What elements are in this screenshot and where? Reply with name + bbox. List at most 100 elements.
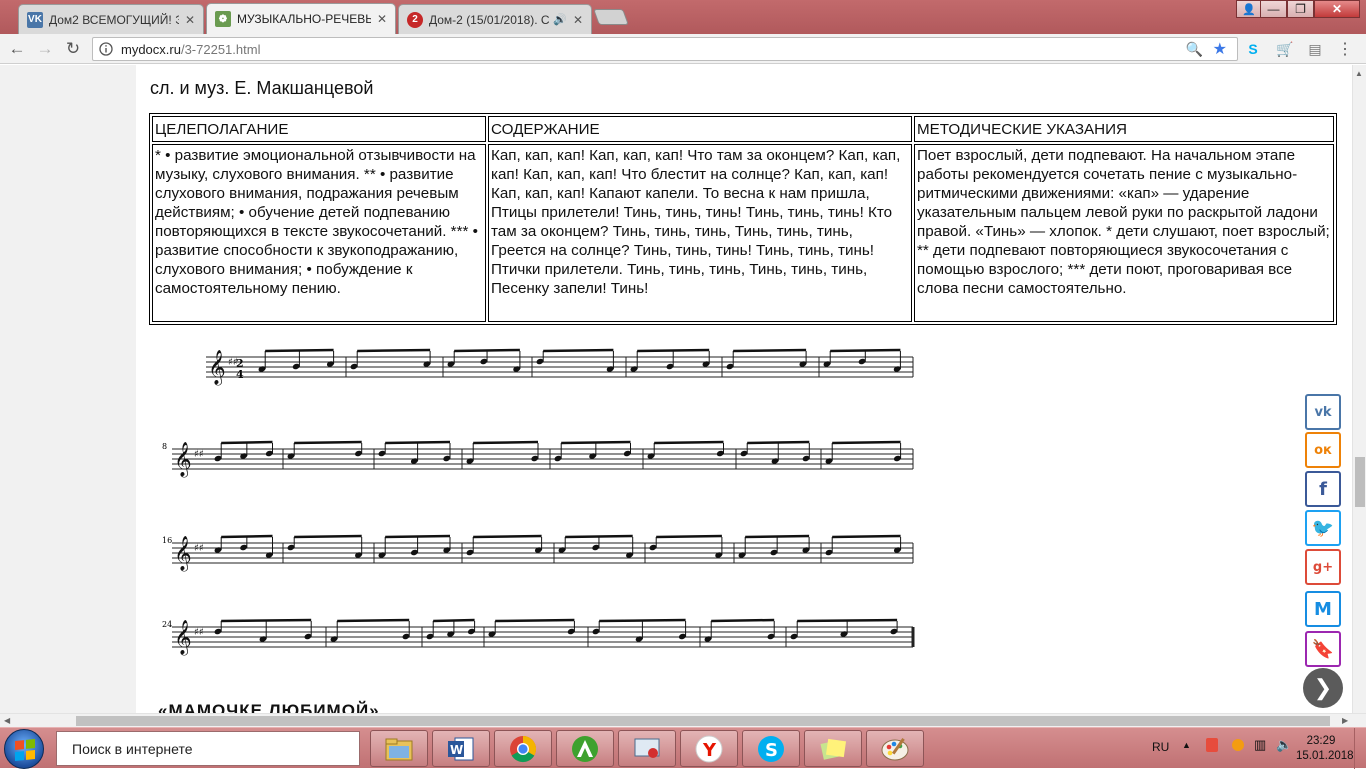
tab-title: МУЗЫКАЛЬНО-РЕЧЕВЫ [237, 12, 371, 26]
scrollbar-thumb[interactable] [1355, 457, 1365, 507]
table-cell: * • развитие эмоциональной отзывчивости … [152, 144, 486, 322]
note-beam [385, 534, 451, 539]
time-signature-bottom: 4 [236, 368, 244, 381]
tab-dom2-video[interactable]: 2 Дом-2 (15/01/2018). С 🔊 ✕ [398, 4, 592, 34]
share-next-arrow-icon[interactable]: ❯ [1303, 668, 1343, 708]
note-beam [221, 618, 312, 623]
forward-arrow-icon[interactable]: → [34, 38, 56, 60]
note-beam [473, 534, 542, 539]
vk-share-icon[interactable]: vk [1305, 394, 1341, 430]
extension-icon[interactable]: ▤ [1306, 40, 1324, 58]
url-path: /3-72251.html [180, 41, 261, 57]
tray-app-icon[interactable] [1232, 739, 1244, 751]
close-window-button[interactable]: ✕ [1314, 0, 1360, 18]
word-taskbar-button[interactable]: W [432, 730, 490, 767]
tab-dom2-vk[interactable]: VK Дом2 ВСЕМОГУЩИЙ! Э ✕ [18, 4, 204, 34]
twitter-share-icon[interactable]: 🐦 [1305, 510, 1341, 546]
profile-icon[interactable]: 👤 [1236, 0, 1262, 18]
tray-expand-icon[interactable]: ▲ [1182, 740, 1191, 750]
paint-palette-icon [881, 737, 909, 760]
svg-text:S: S [765, 740, 778, 761]
speaker-icon[interactable]: 🔊 [553, 13, 567, 26]
app-taskbar-button[interactable] [556, 730, 614, 767]
table-header-row: ЦЕЛЕПОЛАГАНИЕ СОДЕРЖАНИЕ МЕТОДИЧЕСКИЕ УК… [152, 116, 1334, 142]
treble-clef-icon: 𝄞 [208, 350, 226, 386]
menu-icon[interactable]: ⋮ [1336, 40, 1354, 58]
network-icon[interactable]: ▥ [1254, 737, 1266, 753]
screen-recorder-taskbar-button[interactable] [618, 730, 676, 767]
mydocx-icon: ❁ [215, 11, 231, 27]
googleplus-share-icon[interactable]: g+ [1305, 549, 1341, 585]
note-beam [543, 348, 614, 353]
back-arrow-icon[interactable]: ← [6, 38, 28, 60]
clock-time: 23:29 [1306, 735, 1336, 747]
bookmark-share-icon[interactable]: 🔖 [1305, 631, 1341, 667]
treble-clef-icon: 𝄞 [174, 620, 192, 656]
close-tab-icon[interactable]: ✕ [377, 12, 387, 26]
reload-icon[interactable]: ↻ [62, 38, 84, 60]
taskbar-search-input[interactable]: Поиск в интернете [56, 731, 360, 766]
table-cell: Поет взрослый, дети подпевают. На началь… [914, 144, 1334, 322]
note-beam [745, 534, 810, 539]
note-beam [337, 618, 410, 623]
facebook-share-icon[interactable]: f [1305, 471, 1341, 507]
scroll-left-icon[interactable]: ◀ [4, 716, 10, 725]
vertical-scrollbar[interactable]: ▲ [1352, 65, 1366, 713]
note-beam [654, 440, 724, 445]
address-bar[interactable]: mydocx.ru/3-72251.html 🔍 ★ [92, 37, 1238, 61]
note-beam [565, 534, 633, 539]
sticky-notes-taskbar-button[interactable] [804, 730, 862, 767]
language-indicator[interactable]: RU [1152, 740, 1169, 754]
moimir-share-icon[interactable]: M [1305, 591, 1341, 627]
odnoklassniki-share-icon[interactable]: ок [1305, 432, 1341, 468]
close-tab-icon[interactable]: ✕ [573, 13, 583, 27]
table-header: ЦЕЛЕПОЛАГАНИЕ [152, 116, 486, 142]
scroll-up-icon[interactable]: ▲ [1355, 69, 1363, 78]
yandex-taskbar-button[interactable]: Y [680, 730, 738, 767]
chrome-taskbar-button[interactable] [494, 730, 552, 767]
browser-toolbar: ← → ↻ mydocx.ru/3-72251.html 🔍 ★ S 🛒 ▤ ⋮ [0, 34, 1366, 64]
treble-clef-icon: 𝄞 [174, 536, 192, 572]
title-bar: VK Дом2 ВСЕМОГУЩИЙ! Э ✕ ❁ МУЗЫКАЛЬНО-РЕЧ… [0, 0, 1366, 34]
info-icon[interactable] [97, 40, 115, 58]
note-beam [637, 348, 710, 353]
security-tray-icon[interactable] [1206, 738, 1218, 752]
new-tab-button[interactable] [593, 9, 629, 25]
maximize-button[interactable]: ❐ [1287, 0, 1314, 18]
note-beam [294, 440, 362, 445]
note-beam [221, 440, 273, 445]
zoom-icon[interactable]: 🔍 [1186, 41, 1203, 58]
bookmark-star-icon[interactable]: ★ [1213, 39, 1227, 59]
table-header: МЕТОДИЧЕСКИЕ УКАЗАНИЯ [914, 116, 1334, 142]
treble-clef-icon: 𝄞 [174, 442, 192, 478]
green-triangle-app-icon [572, 735, 598, 762]
note-beam [561, 440, 631, 445]
cart-icon[interactable]: 🛒 [1276, 40, 1294, 58]
minimize-button[interactable]: — [1260, 0, 1287, 18]
sheet-music-image: 2 4 8 16 24 𝄞 ♯♯𝄞 ♯♯𝄞 ♯♯𝄞 ♯♯ [162, 348, 915, 656]
skype-icon[interactable]: S [1244, 40, 1262, 58]
taskbar: Поиск в интернете W Y S RU ▲ ▥ 🔈 23:29 1… [0, 727, 1366, 769]
tab-mydocx[interactable]: ❁ МУЗЫКАЛЬНО-РЕЧЕВЫ ✕ [206, 3, 396, 34]
note-beam [221, 534, 273, 539]
scroll-right-icon[interactable]: ▶ [1342, 716, 1348, 725]
sticky-notes-icon [820, 738, 847, 760]
measure-number: 8 [162, 442, 167, 451]
page-content: сл. и муз. Е. Макшанцевой ЦЕЛЕПОЛАГАНИЕ … [136, 65, 1352, 713]
paint-taskbar-button[interactable] [866, 730, 924, 767]
start-button[interactable] [4, 729, 44, 769]
explorer-taskbar-button[interactable] [370, 730, 428, 767]
yandex-icon: Y [695, 735, 723, 762]
horizontal-scrollbar[interactable]: ◀ ▶ [0, 713, 1366, 727]
table-row: * • развитие эмоциональной отзывчивости … [152, 144, 1334, 322]
clock[interactable]: 23:29 15.01.2018 [1296, 734, 1354, 764]
scrollbar-thumb[interactable] [76, 716, 1330, 726]
note-beam [473, 440, 539, 445]
word-icon: W [448, 737, 474, 760]
close-tab-icon[interactable]: ✕ [185, 13, 195, 27]
key-signature-icon: ♯♯ [194, 627, 204, 638]
volume-icon[interactable]: 🔈 [1276, 737, 1292, 753]
show-desktop-button[interactable] [1354, 728, 1366, 769]
note-beam [294, 534, 362, 539]
skype-taskbar-button[interactable]: S [742, 730, 800, 767]
